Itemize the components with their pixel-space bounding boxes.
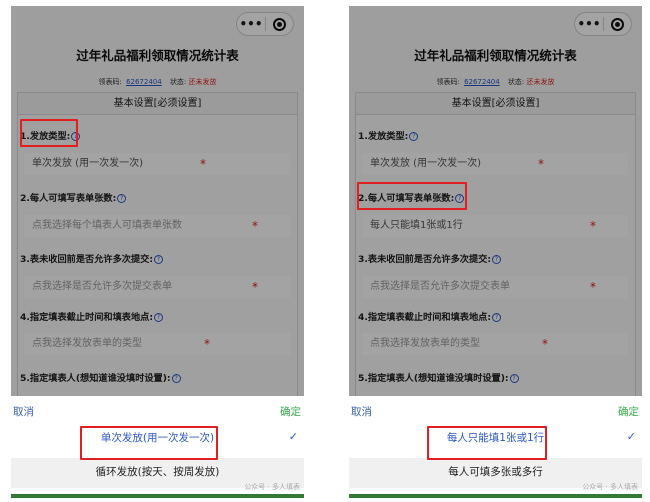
highlight-box bbox=[20, 119, 78, 147]
highlight-box bbox=[80, 426, 218, 460]
phone-screen-right: ••• 过年礼品福利领取情况统计表 领表码: 62672404 状态: 还未发放… bbox=[349, 6, 642, 498]
highlight-box bbox=[357, 182, 467, 210]
bottom-bar bbox=[11, 494, 304, 498]
modal-overlay[interactable] bbox=[11, 6, 304, 396]
confirm-button[interactable]: 确定 bbox=[618, 404, 639, 419]
watermark: 公众号 · 多人填表 bbox=[582, 483, 638, 491]
cancel-button[interactable]: 取消 bbox=[13, 404, 34, 419]
checkmark-icon: ✓ bbox=[626, 430, 636, 443]
highlight-box bbox=[427, 426, 547, 460]
watermark: 公众号 · 多人填表 bbox=[244, 483, 300, 491]
phone-screen-left: ••• 过年礼品福利领取情况统计表 领表码: 62672404 状态: 还未发放… bbox=[11, 6, 304, 498]
cancel-button[interactable]: 取消 bbox=[351, 404, 372, 419]
checkmark-icon: ✓ bbox=[288, 430, 298, 443]
bottom-bar bbox=[349, 494, 642, 498]
confirm-button[interactable]: 确定 bbox=[280, 404, 301, 419]
